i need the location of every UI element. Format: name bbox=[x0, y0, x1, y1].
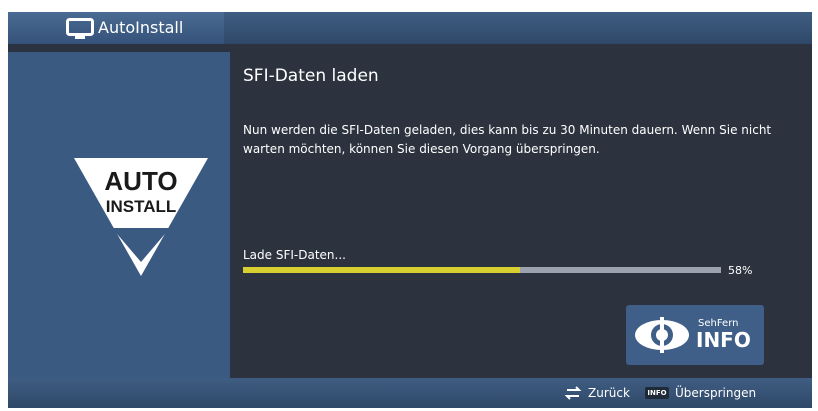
footer-bar: Zurück INFO Überspringen bbox=[8, 378, 812, 408]
progress-label: Lade SFI-Daten... bbox=[243, 248, 346, 262]
autoinstall-screen: AutoInstall AUTO INSTALL SFI-Daten laden… bbox=[8, 12, 812, 408]
skip-label[interactable]: Überspringen bbox=[675, 386, 756, 400]
title-bar: AutoInstall bbox=[8, 12, 812, 44]
progress-bar-fill bbox=[243, 267, 521, 273]
badge-word: INFO bbox=[696, 328, 751, 352]
back-arrow-icon[interactable] bbox=[563, 385, 583, 404]
description-text: Nun werden die SFI-Daten geladen, dies k… bbox=[243, 123, 772, 156]
autoinstall-logo: AUTO INSTALL bbox=[74, 158, 208, 276]
info-key-icon[interactable]: INFO bbox=[645, 387, 669, 399]
page-title: SFI-Daten laden bbox=[243, 66, 379, 86]
progress-percent: 58% bbox=[728, 264, 753, 277]
logo-line1: AUTO bbox=[104, 166, 177, 196]
progress-bar bbox=[243, 267, 721, 273]
window-title: AutoInstall bbox=[98, 18, 184, 37]
back-label[interactable]: Zurück bbox=[588, 386, 630, 400]
logo-line2: INSTALL bbox=[106, 197, 177, 216]
eye-icon bbox=[634, 317, 690, 357]
tv-icon bbox=[66, 18, 94, 44]
sehfern-info-badge: SehFern INFO bbox=[626, 305, 764, 365]
sidebar: AUTO INSTALL bbox=[8, 52, 230, 378]
